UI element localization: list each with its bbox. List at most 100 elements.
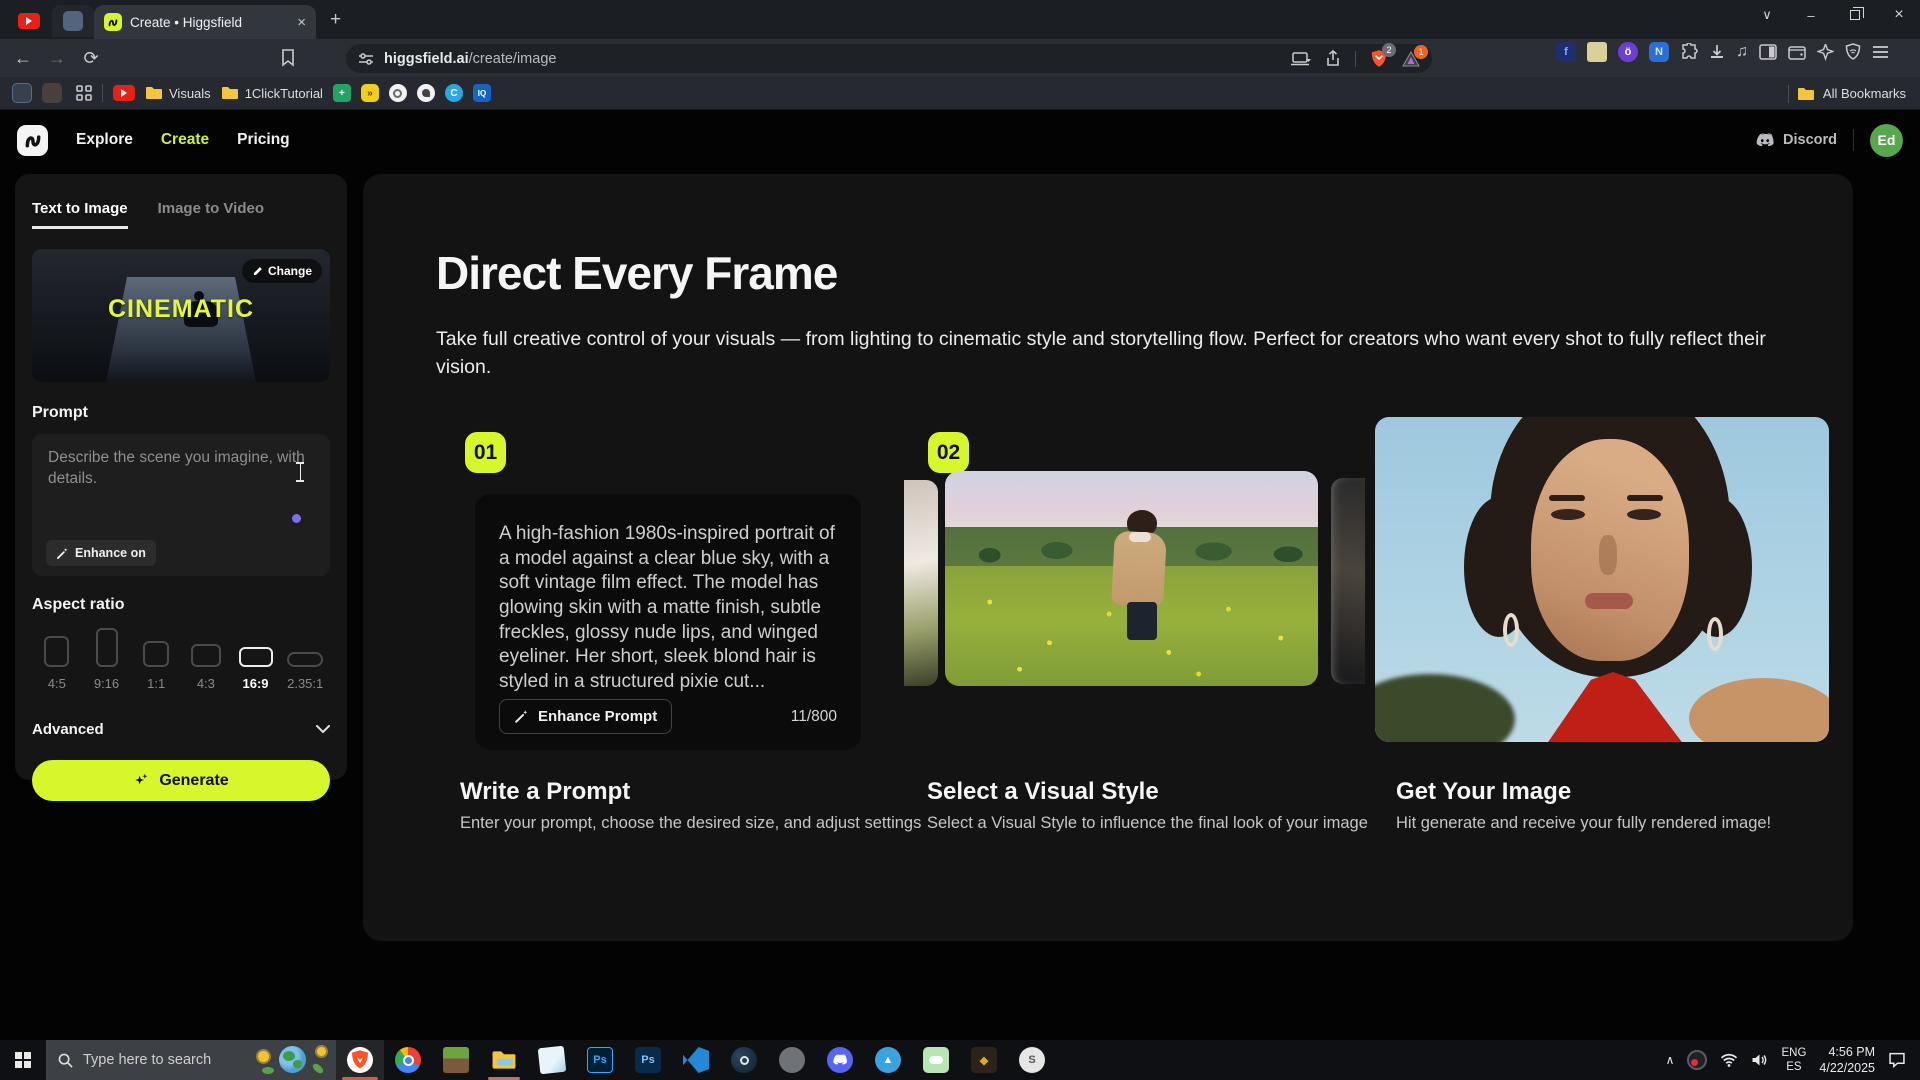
c-bookmark-icon[interactable]: C [444, 84, 463, 102]
taskbar-discord[interactable] [816, 1040, 864, 1080]
taskbar-s-app[interactable]: S [1008, 1040, 1056, 1080]
taskbar-vscode[interactable] [672, 1040, 720, 1080]
style-carousel-prev-image[interactable] [904, 480, 938, 686]
bookmark-folder-tutorial[interactable]: 1ClickTutorial [221, 86, 323, 101]
taskbar-dark-gold-app[interactable]: ◆ [960, 1040, 1008, 1080]
taskbar-clock[interactable]: 4:56 PM 4/22/2025 [1819, 1044, 1875, 1077]
media-icon[interactable]: ♫ [1736, 43, 1748, 61]
address-bar[interactable]: higgsfield.ai/create/image 2 1 [346, 42, 1432, 73]
bookmark-tile2-icon[interactable] [42, 83, 62, 103]
result-portrait-image[interactable] [1375, 417, 1829, 742]
send-to-device-icon[interactable] [1291, 51, 1311, 67]
tab-image-to-video[interactable]: Image to Video [158, 200, 264, 229]
green-cloud-app-icon [923, 1047, 949, 1073]
taskbar-minecraft[interactable] [432, 1040, 480, 1080]
vpn-shield-icon[interactable] [1845, 43, 1861, 61]
nav-pricing[interactable]: Pricing [237, 131, 290, 149]
brave-shields-icon[interactable]: 2 [1370, 42, 1396, 69]
taskbar-gray-app[interactable] [768, 1040, 816, 1080]
enhance-toggle[interactable]: Enhance on [46, 540, 156, 566]
higgsfield-logo[interactable] [17, 124, 48, 156]
tab-text-to-image[interactable]: Text to Image [32, 200, 128, 229]
bookmark-tile-icon[interactable] [12, 83, 32, 103]
prompt-input-box[interactable]: Enhance on [32, 434, 330, 576]
apps-grid-icon[interactable] [76, 85, 92, 101]
change-style-button[interactable]: Change [241, 259, 322, 283]
taskbar-photoshop-2[interactable]: Ps [624, 1040, 672, 1080]
wallet-icon[interactable] [1788, 45, 1806, 60]
restore-button[interactable] [1833, 0, 1877, 30]
web-bookmark-icon[interactable] [388, 84, 407, 102]
obs-tray-icon[interactable] [1687, 1050, 1708, 1070]
taskbar-search-box[interactable]: Type here to search [46, 1040, 336, 1080]
user-avatar[interactable]: Ed [1870, 123, 1903, 157]
pinned-tab-site[interactable] [52, 5, 94, 37]
minimize-button[interactable]: – [1789, 0, 1833, 30]
selected-style-thumbnail[interactable]: CINEMATIC Change [32, 249, 330, 382]
taskbar-photoshop[interactable]: Ps [576, 1040, 624, 1080]
active-tab[interactable]: Create • Higgsfield × [94, 5, 316, 39]
taskbar-chrome[interactable] [384, 1040, 432, 1080]
ratio-option-235-1[interactable]: 2.35:1 [280, 628, 330, 691]
taskbar-blue-app[interactable]: ▲ [864, 1040, 912, 1080]
yellow-bookmark-icon[interactable]: » [360, 84, 379, 102]
style-carousel-main-image[interactable] [945, 471, 1318, 686]
taskbar-file-explorer[interactable] [480, 1040, 528, 1080]
bookmark-folder-visuals[interactable]: Visuals [145, 86, 211, 101]
tab-search-button[interactable]: ∨ [1745, 0, 1789, 30]
menu-icon[interactable] [1872, 45, 1889, 59]
taskbar-brave[interactable] [336, 1040, 384, 1080]
prompt-textarea[interactable] [48, 448, 314, 518]
leo-ai-icon[interactable] [1817, 43, 1834, 61]
enhance-prompt-button[interactable]: Enhance Prompt [499, 699, 673, 734]
tab-close-icon[interactable]: × [297, 14, 306, 31]
extension-f-icon[interactable]: f [1556, 42, 1576, 62]
ratio-option-16-9[interactable]: 16:9 [231, 628, 281, 691]
new-tab-button[interactable]: + [330, 9, 341, 31]
taskbar-green-app[interactable] [912, 1040, 960, 1080]
generate-button[interactable]: Generate [32, 760, 330, 801]
ai-assistant-icon[interactable]: ö [1618, 42, 1638, 62]
action-center-icon[interactable] [1888, 1052, 1906, 1068]
taskbar-steam[interactable] [720, 1040, 768, 1080]
downloads-icon[interactable] [1709, 44, 1725, 61]
minecraft-icon [443, 1047, 469, 1073]
ratio-option-1-1[interactable]: 1:1 [131, 628, 181, 691]
spiral-bookmark-icon[interactable] [416, 84, 435, 102]
search-doodle-art[interactable] [256, 1045, 328, 1076]
ratio-option-4-3[interactable]: 4:3 [181, 628, 231, 691]
all-bookmarks-button[interactable]: All Bookmarks [1787, 77, 1906, 110]
sidebar-toggle-icon[interactable] [1759, 44, 1777, 60]
back-button[interactable]: ← [6, 48, 40, 69]
style-carousel-next-image[interactable] [1331, 478, 1365, 684]
youtube-bookmark-icon[interactable] [113, 85, 135, 101]
tune-icon[interactable] [358, 52, 374, 66]
start-button[interactable] [0, 1040, 46, 1080]
notion-extension-icon[interactable]: N [1649, 42, 1669, 62]
iq-bookmark-icon[interactable]: IQ [472, 84, 491, 102]
discord-button[interactable]: Discord [1755, 132, 1837, 148]
volume-icon[interactable] [1751, 1053, 1768, 1067]
chrome-icon [395, 1047, 421, 1073]
url-text[interactable]: higgsfield.ai/create/image [384, 51, 556, 67]
sheets-bookmark-icon[interactable]: + [332, 84, 351, 102]
language-indicator[interactable]: ENG ES [1781, 1046, 1806, 1075]
pinned-tab-youtube[interactable] [8, 5, 50, 37]
reload-button[interactable]: ⟳ [74, 48, 108, 69]
tray-expand-icon[interactable]: ∧ [1666, 1053, 1675, 1067]
close-window-button[interactable]: × [1877, 0, 1920, 30]
aspect-ratio-label: Aspect ratio [32, 596, 125, 613]
taskbar-notepad[interactable] [528, 1040, 576, 1080]
ratio-option-4-5[interactable]: 4:5 [32, 628, 82, 691]
share-icon[interactable] [1325, 50, 1341, 67]
bookmark-icon[interactable] [280, 49, 296, 67]
nav-explore[interactable]: Explore [76, 131, 133, 149]
wifi-icon[interactable] [1720, 1053, 1738, 1067]
extensions-puzzle-icon[interactable] [1680, 43, 1698, 61]
adblock-extension-icon[interactable]: 1 [1402, 44, 1428, 67]
advanced-section-toggle[interactable]: Advanced [32, 721, 330, 738]
notes-extension-icon[interactable] [1587, 42, 1607, 62]
forward-button[interactable]: → [40, 48, 74, 69]
ratio-option-9-16[interactable]: 9:16 [82, 628, 132, 691]
nav-create[interactable]: Create [161, 131, 209, 149]
